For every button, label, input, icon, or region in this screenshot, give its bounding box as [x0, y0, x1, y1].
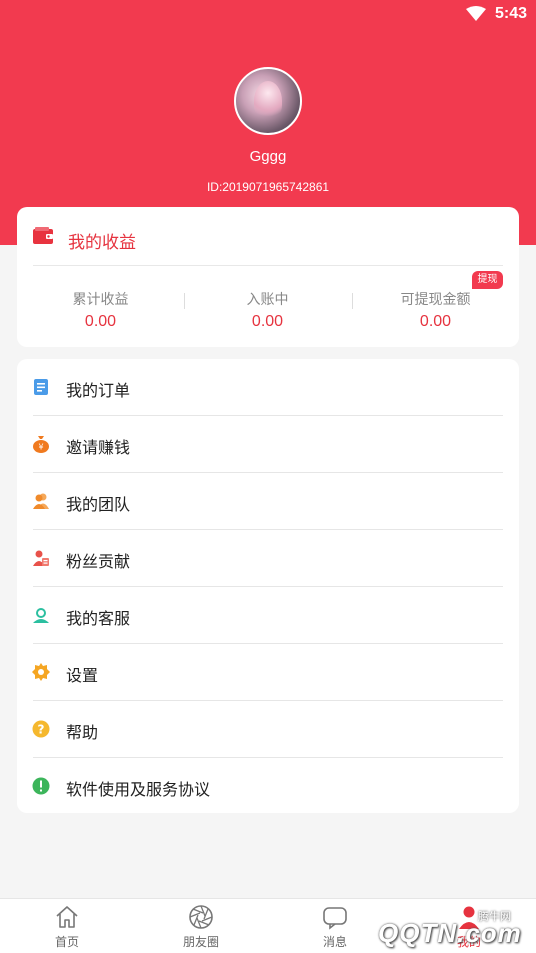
menu-label: 软件使用及服务协议 — [66, 782, 211, 799]
stat-label: 累计收益 — [72, 291, 129, 307]
message-icon — [323, 907, 347, 930]
team-icon — [33, 493, 49, 509]
menu-item-customer-service[interactable]: 我的客服 — [17, 587, 519, 644]
menu-label: 邀请赚钱 — [66, 440, 131, 457]
stat-label: 入账中 — [246, 291, 289, 307]
money-bag-icon: ¥ — [33, 436, 49, 453]
divider — [33, 265, 503, 266]
stat-pending[interactable]: 入账中 0.00 — [184, 289, 351, 331]
username: Gggg — [249, 148, 287, 165]
stat-label: 可提现金额 — [400, 291, 471, 307]
wifi-icon — [466, 6, 486, 21]
order-icon — [34, 379, 48, 395]
avatar[interactable] — [234, 67, 302, 135]
customer-service-icon — [33, 608, 49, 623]
withdraw-badge[interactable]: 提现 — [472, 271, 503, 289]
menu-item-agreement[interactable]: 软件使用及服务协议 — [17, 758, 519, 815]
home-icon — [56, 906, 78, 928]
menu-label: 粉丝贡献 — [66, 554, 131, 571]
menu-label: 我的客服 — [66, 611, 131, 628]
earnings-card: 我的收益 提现 累计收益 0.00 入账中 0.00 可提现金额 0.00 — [17, 207, 519, 347]
tab-label: 朋友圈 — [182, 935, 219, 949]
tab-moments[interactable]: 朋友圈 — [134, 899, 268, 953]
menu-item-orders[interactable]: 我的订单 — [17, 359, 519, 416]
tab-label: 消息 — [322, 935, 347, 949]
stat-value: 0.00 — [84, 313, 117, 330]
stat-value: 0.00 — [419, 313, 452, 330]
gear-icon — [32, 663, 50, 681]
svg-text:¥: ¥ — [38, 443, 43, 452]
earnings-title-row[interactable]: 我的收益 — [17, 207, 519, 265]
menu-card: 我的订单 ¥ 邀请赚钱 我的团队 粉丝贡献 我的客服 设置 ? 帮助 软件使用及… — [17, 359, 519, 813]
menu-label: 我的团队 — [66, 497, 131, 514]
fans-icon — [33, 550, 49, 566]
stat-value: 0.00 — [251, 313, 284, 330]
tab-messages[interactable]: 消息 — [268, 899, 402, 953]
menu-label: 设置 — [66, 668, 99, 685]
menu-item-fans[interactable]: 粉丝贡献 — [17, 530, 519, 587]
tab-bar: 首页 朋友圈 消息 我的 — [0, 898, 536, 953]
agreement-icon — [32, 777, 50, 795]
menu-item-team[interactable]: 我的团队 — [17, 473, 519, 530]
camera-aperture-icon — [189, 905, 213, 929]
svg-text:?: ? — [38, 723, 45, 737]
stat-withdrawable[interactable]: 可提现金额 0.00 — [352, 289, 519, 331]
user-id: ID:2019071965742861 — [206, 180, 330, 194]
tab-profile[interactable]: 我的 — [402, 899, 536, 953]
status-time: 5:43 — [494, 5, 527, 22]
menu-item-invite[interactable]: ¥ 邀请赚钱 — [17, 416, 519, 473]
status-bar: 5:43 — [0, 0, 536, 30]
earnings-title: 我的收益 — [68, 233, 136, 252]
menu-label: 帮助 — [66, 725, 99, 742]
wallet-icon — [33, 227, 53, 244]
menu-label: 我的订单 — [66, 383, 131, 400]
tab-label: 首页 — [54, 935, 79, 949]
menu-item-help[interactable]: ? 帮助 — [17, 701, 519, 758]
tab-label: 我的 — [456, 935, 481, 949]
stat-total-earnings[interactable]: 累计收益 0.00 — [17, 289, 184, 331]
profile-icon — [459, 906, 479, 929]
tab-home[interactable]: 首页 — [0, 899, 134, 953]
menu-item-settings[interactable]: 设置 — [17, 644, 519, 701]
help-icon: ? — [32, 720, 50, 738]
